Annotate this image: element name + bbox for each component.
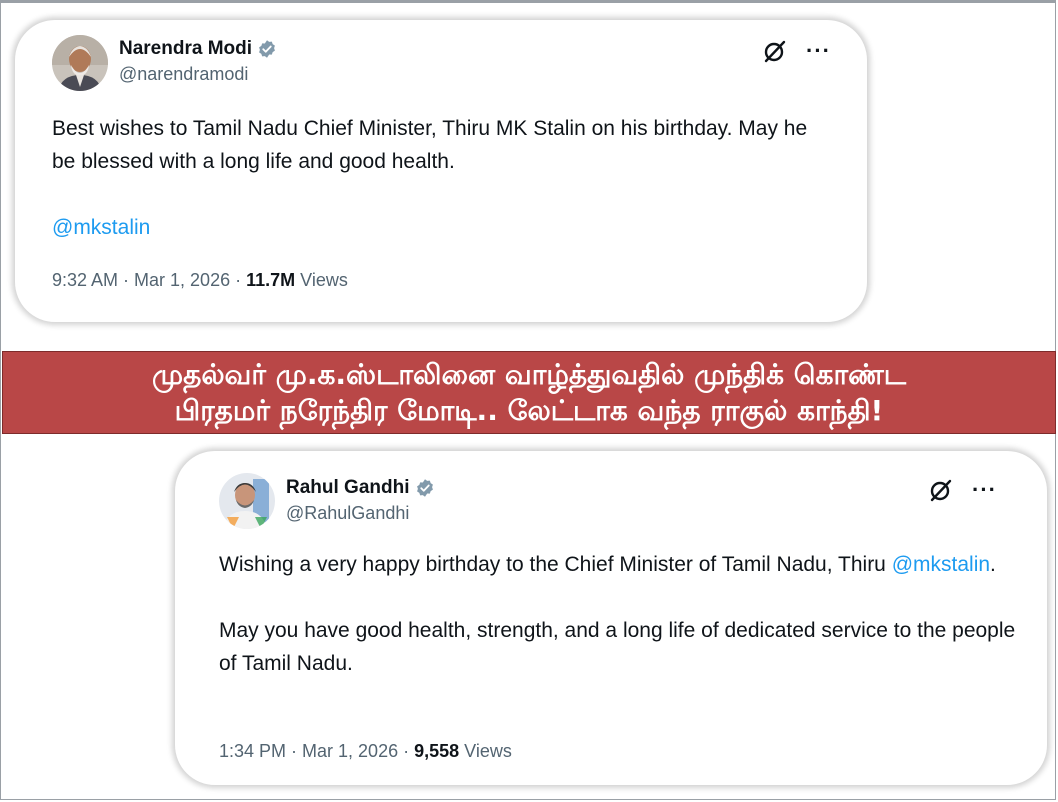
author-handle[interactable]: @narendramodi — [119, 64, 277, 85]
tweet-text: Wishing a very happy birthday to the Chi… — [219, 548, 1019, 680]
tweet-meta: 1:34 PM · Mar 1, 2026 · 9,558 Views — [219, 741, 512, 762]
tweet-author[interactable]: Rahul Gandhi @RahulGandhi — [286, 477, 435, 524]
views-label: Views — [295, 270, 348, 290]
grok-icon[interactable] — [928, 477, 954, 503]
verified-badge-icon — [415, 478, 435, 498]
tweet-timestamp[interactable]: 1:34 PM · Mar 1, 2026 · — [219, 741, 414, 761]
grok-icon[interactable] — [762, 38, 788, 64]
tweet-card-rahul[interactable]: Rahul Gandhi @RahulGandhi ··· Wishing a … — [175, 451, 1047, 785]
views-label: Views — [459, 741, 512, 761]
tweet-paragraph: May you have good health, strength, and … — [219, 619, 1016, 675]
views-count: 9,558 — [414, 741, 460, 761]
avatar[interactable] — [52, 35, 108, 91]
tweet-actions: ··· — [762, 38, 831, 64]
tweet-paragraph-start: Wishing a very happy birthday to the Chi… — [219, 553, 892, 576]
headline-line-2: பிரதமர் நரேந்திர மோடி.. லேட்டாக வந்த ராக… — [174, 393, 884, 427]
headline-banner: முதல்வர் மு.க.ஸ்டாலினை வாழ்த்துவதில் முந… — [2, 351, 1056, 434]
tweet-meta: 9:32 AM · Mar 1, 2026 · 11.7M Views — [52, 270, 348, 291]
more-options-icon[interactable]: ··· — [806, 40, 831, 62]
author-name[interactable]: Narendra Modi — [119, 38, 252, 60]
verified-badge-icon — [257, 39, 277, 59]
tweet-paragraph: Best wishes to Tamil Nadu Chief Minister… — [52, 117, 808, 173]
avatar[interactable] — [219, 473, 275, 529]
tweet-card-modi[interactable]: Narendra Modi @narendramodi ··· Best wis… — [15, 20, 867, 322]
author-handle[interactable]: @RahulGandhi — [286, 503, 435, 524]
mention-link[interactable]: @mkstalin — [52, 216, 150, 239]
mention-link[interactable]: @mkstalin — [892, 553, 990, 576]
tweet-timestamp[interactable]: 9:32 AM · Mar 1, 2026 · — [52, 270, 246, 290]
views-count: 11.7M — [246, 270, 296, 290]
tweet-actions: ··· — [928, 477, 997, 503]
headline-line-1: முதல்வர் மு.க.ஸ்டாலினை வாழ்த்துவதில் முந… — [151, 357, 907, 391]
tweet-author[interactable]: Narendra Modi @narendramodi — [119, 38, 277, 85]
tweet-paragraph-end: . — [990, 553, 996, 576]
tweet-text: Best wishes to Tamil Nadu Chief Minister… — [52, 112, 832, 244]
more-options-icon[interactable]: ··· — [972, 479, 997, 501]
author-name[interactable]: Rahul Gandhi — [286, 477, 410, 499]
